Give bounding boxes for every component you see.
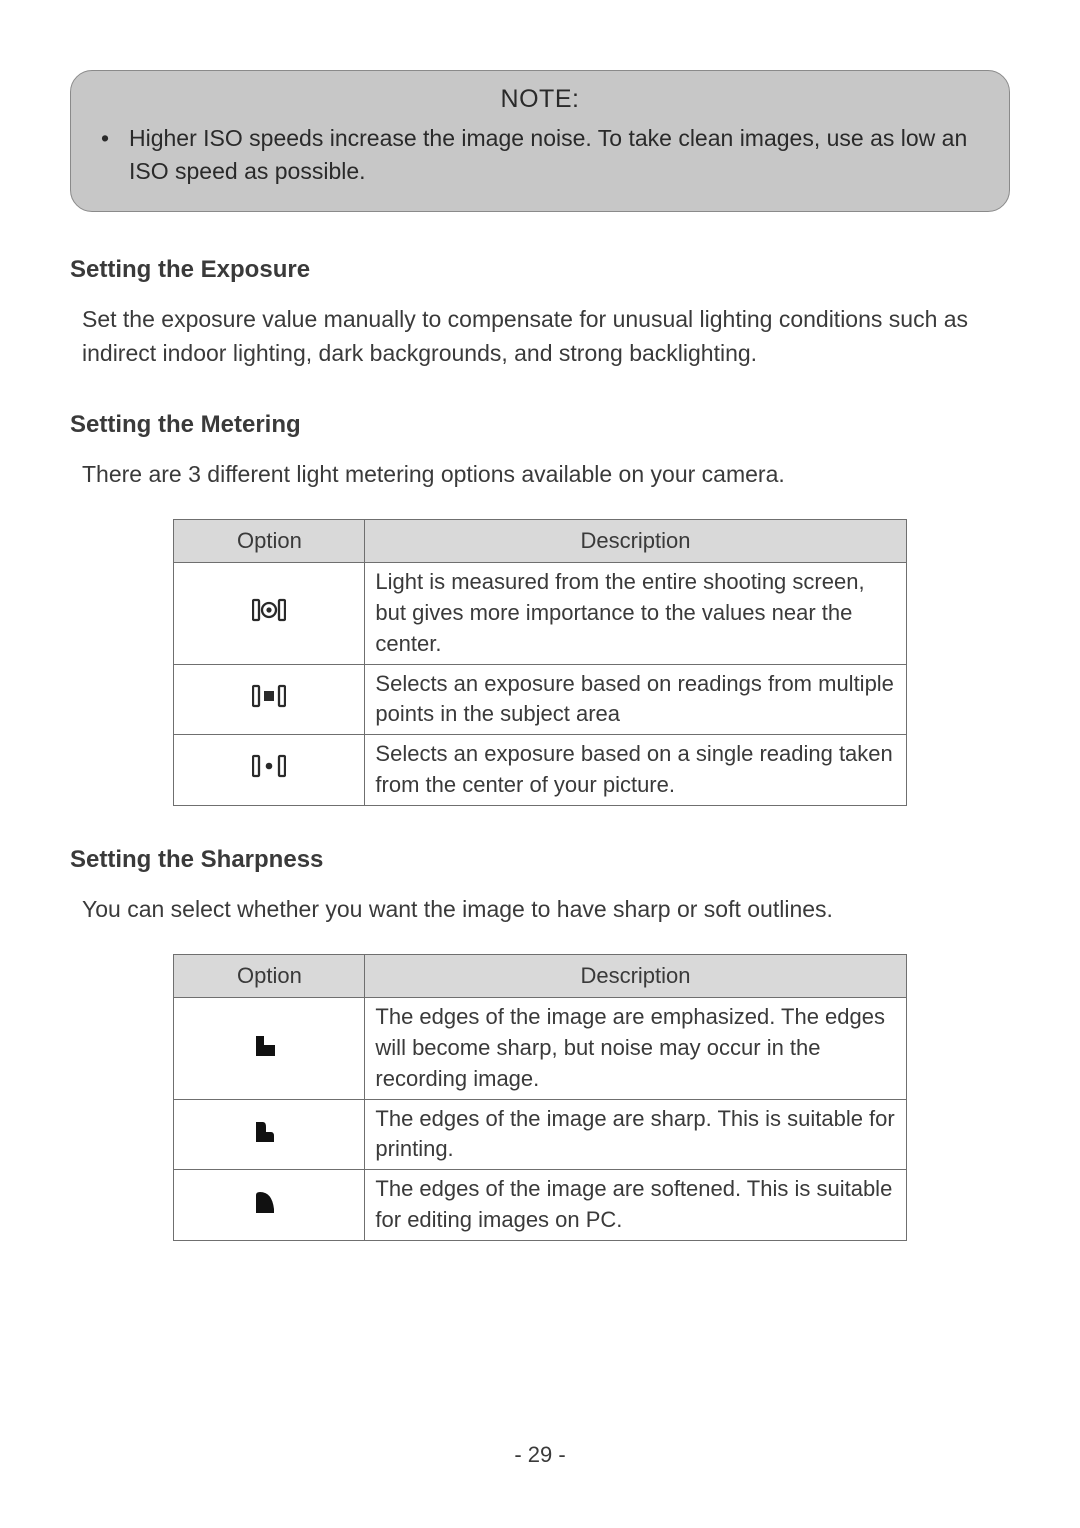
table-header-row: Option Description	[174, 955, 906, 998]
metering-multi-icon	[174, 664, 365, 735]
table-row: The edges of the image are sharp. This i…	[174, 1099, 906, 1170]
table-row: Selects an exposure based on a single re…	[174, 735, 906, 806]
note-bullets: • Higher ISO speeds increase the image n…	[97, 122, 983, 189]
sharpness-soft-icon	[174, 1170, 365, 1241]
note-title: NOTE:	[97, 85, 983, 114]
para-metering: There are 3 different light metering opt…	[82, 457, 1010, 492]
table-row: Light is measured from the entire shooti…	[174, 563, 906, 664]
th-description: Description	[365, 520, 906, 563]
heading-metering: Setting the Metering	[70, 411, 1010, 439]
para-exposure: Set the exposure value manually to compe…	[82, 302, 1010, 371]
sharpness-high-desc: The edges of the image are emphasized. T…	[365, 998, 906, 1099]
heading-exposure: Setting the Exposure	[70, 256, 1010, 284]
note-item: • Higher ISO speeds increase the image n…	[97, 122, 983, 189]
sharpness-normal-icon	[174, 1099, 365, 1170]
sharpness-table: Option Description The edges of the imag…	[173, 954, 906, 1241]
page-number: - 29 -	[0, 1442, 1080, 1468]
metering-center-weighted-icon	[174, 563, 365, 664]
sharpness-high-icon	[174, 998, 365, 1099]
bullet-dot-icon: •	[97, 122, 129, 189]
table-header-row: Option Description	[174, 520, 906, 563]
th-option: Option	[174, 520, 365, 563]
note-box: NOTE: • Higher ISO speeds increase the i…	[70, 70, 1010, 212]
table-row: The edges of the image are softened. Thi…	[174, 1170, 906, 1241]
metering-spot-desc: Selects an exposure based on a single re…	[365, 735, 906, 806]
sharpness-normal-desc: The edges of the image are sharp. This i…	[365, 1099, 906, 1170]
table-row: The edges of the image are emphasized. T…	[174, 998, 906, 1099]
para-sharpness: You can select whether you want the imag…	[82, 892, 1010, 927]
heading-sharpness: Setting the Sharpness	[70, 846, 1010, 874]
th-description: Description	[365, 955, 906, 998]
metering-table: Option Description Light is measured fro…	[173, 519, 906, 806]
sharpness-soft-desc: The edges of the image are softened. Thi…	[365, 1170, 906, 1241]
metering-spot-icon	[174, 735, 365, 806]
table-row: Selects an exposure based on readings fr…	[174, 664, 906, 735]
metering-center-weighted-desc: Light is measured from the entire shooti…	[365, 563, 906, 664]
metering-multi-desc: Selects an exposure based on readings fr…	[365, 664, 906, 735]
page: NOTE: • Higher ISO speeds increase the i…	[0, 0, 1080, 1528]
note-text: Higher ISO speeds increase the image noi…	[129, 122, 983, 189]
th-option: Option	[174, 955, 365, 998]
